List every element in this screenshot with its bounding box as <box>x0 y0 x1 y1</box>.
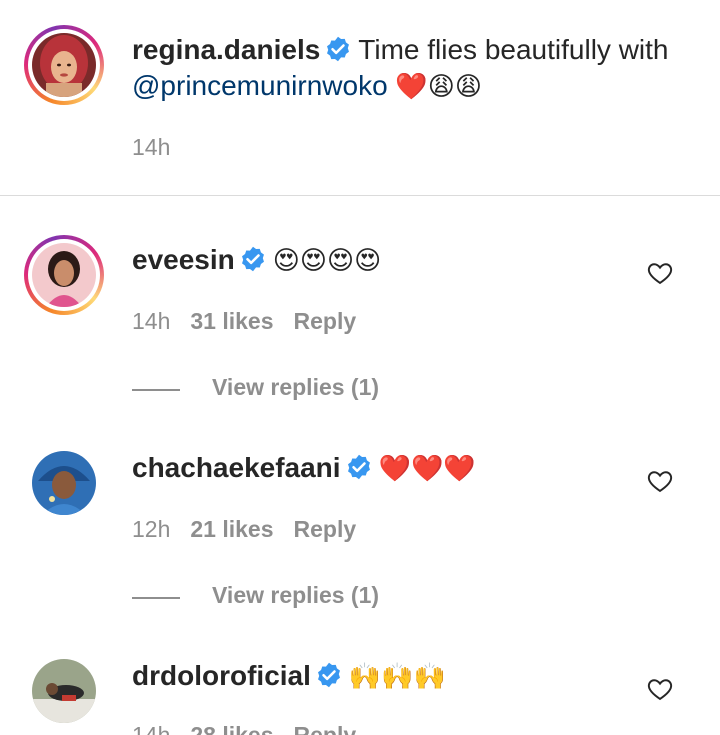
caption-mention[interactable]: @princemunirnwoko <box>132 70 388 101</box>
comment-username[interactable]: chachaekefaani <box>132 452 341 483</box>
comment-meta: 12h 21 likes Reply <box>132 516 356 543</box>
reply-button[interactable]: Reply <box>294 516 357 542</box>
verified-badge-icon <box>324 35 352 72</box>
reply-button[interactable]: Reply <box>294 722 357 735</box>
comment-text: 😍😍😍😍 <box>272 245 382 275</box>
comment-text: 🙌🙌🙌 <box>348 661 447 691</box>
comment-meta: 14h 28 likes Reply <box>132 722 356 735</box>
comment-likes[interactable]: 31 likes <box>190 308 273 334</box>
comment-avatar[interactable] <box>24 235 104 315</box>
comment-line: chachaekefaani ❤️❤️❤️ <box>132 450 476 490</box>
comment-likes[interactable]: 21 likes <box>190 516 273 542</box>
comment-avatar[interactable] <box>32 659 96 723</box>
comment-text: ❤️❤️❤️ <box>378 453 476 483</box>
view-replies-button[interactable]: View replies (1) <box>212 582 379 609</box>
avatar-photo <box>32 243 96 307</box>
comment-line: drdoloroficial 🙌🙌🙌 <box>132 658 446 698</box>
heart-outline-icon[interactable] <box>646 467 674 495</box>
caption-emojis: ❤️😩😩 <box>395 71 483 101</box>
heart-outline-icon[interactable] <box>646 259 674 287</box>
comment-username[interactable]: eveesin <box>132 244 235 275</box>
caption-meta: 14h <box>132 134 170 161</box>
comments-screen: regina.daniels Time flies beautifully wit… <box>0 0 720 735</box>
comment-time: 14h <box>132 308 171 334</box>
caption-avatar[interactable] <box>24 25 104 105</box>
comment-meta: 14h 31 likes Reply <box>132 308 356 335</box>
avatar-photo <box>32 33 96 97</box>
replies-rule <box>132 597 180 599</box>
post-caption: regina.daniels Time flies beautifully wit… <box>0 0 720 196</box>
verified-badge-icon <box>239 245 267 282</box>
comment-time: 14h <box>132 722 171 735</box>
caption-line-2: @princemunirnwoko ❤️😩😩 <box>132 68 482 104</box>
caption-username[interactable]: regina.daniels <box>132 34 320 65</box>
view-replies-button[interactable]: View replies (1) <box>212 374 379 401</box>
comment-username[interactable]: drdoloroficial <box>132 660 311 691</box>
caption-text: Time flies beautifully with <box>358 34 669 65</box>
comment-avatar[interactable] <box>32 451 96 515</box>
replies-rule <box>132 389 180 391</box>
reply-button[interactable]: Reply <box>294 308 357 334</box>
verified-badge-icon <box>345 453 373 490</box>
caption-divider <box>0 195 720 196</box>
verified-badge-icon <box>315 661 343 698</box>
comment-likes[interactable]: 28 likes <box>190 722 273 735</box>
caption-time: 14h <box>132 134 171 160</box>
comment-line: eveesin 😍😍😍😍 <box>132 242 381 282</box>
caption-line-1: regina.daniels Time flies beautifully wit… <box>132 32 668 72</box>
comment-time: 12h <box>132 516 171 542</box>
heart-outline-icon[interactable] <box>646 675 674 703</box>
